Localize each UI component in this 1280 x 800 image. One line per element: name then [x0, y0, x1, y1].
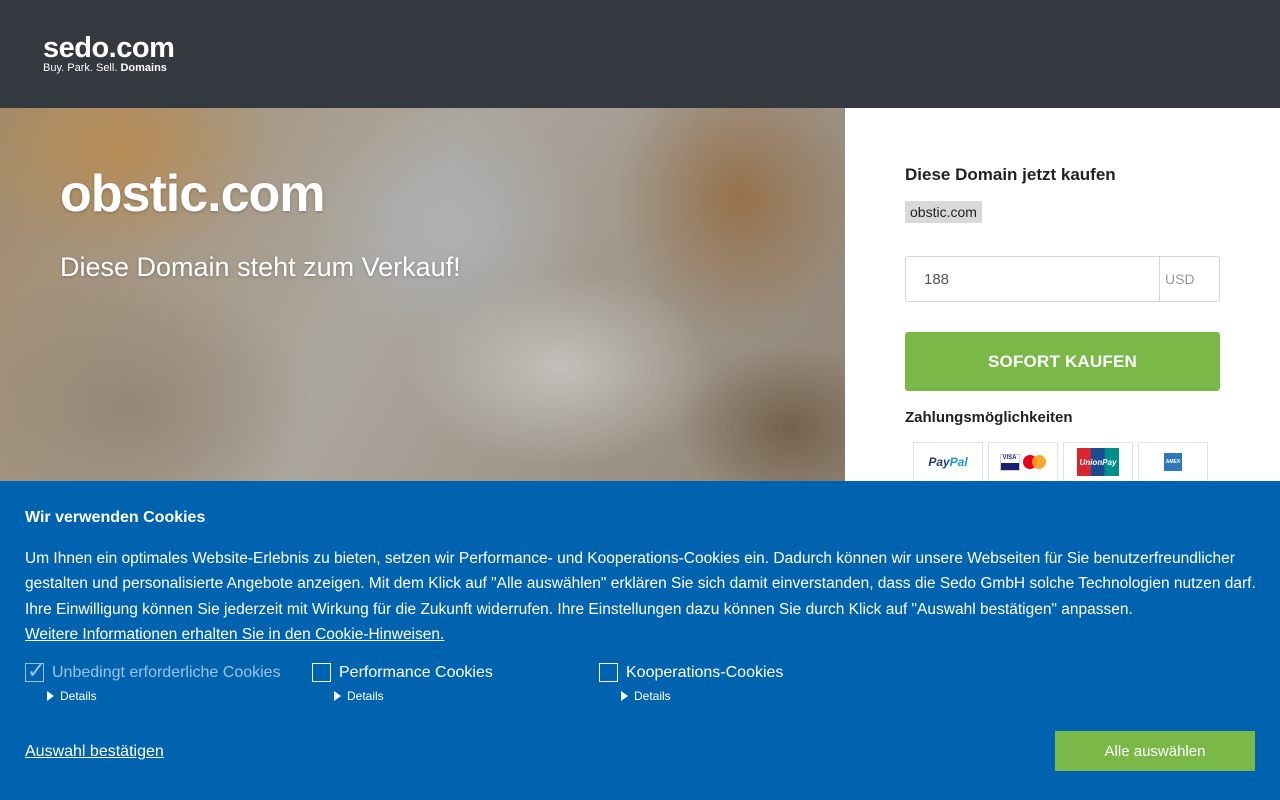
hero-banner: obstic.com Diese Domain steht zum Verkau…: [0, 108, 845, 481]
details-label: Details: [347, 689, 384, 703]
hero-subtitle: Diese Domain steht zum Verkauf!: [60, 252, 461, 282]
cooperation-cookies-details[interactable]: Details: [621, 689, 783, 703]
logo-tagline: Buy. Park. Sell. Domains: [43, 62, 174, 74]
cookie-option-performance: Performance Cookies Details: [312, 663, 493, 703]
cookie-banner-text: Um Ihnen ein optimales Website-Erlebnis …: [25, 546, 1260, 647]
cooperation-cookies-checkbox[interactable]: [599, 663, 618, 682]
details-label: Details: [60, 689, 97, 703]
payment-options-title: Zahlungsmöglichkeiten: [905, 409, 1073, 426]
expand-triangle-icon: [334, 691, 341, 701]
performance-cookies-checkbox[interactable]: [312, 663, 331, 682]
cookie-info-link[interactable]: Weitere Informationen erhalten Sie in de…: [25, 626, 444, 643]
cookie-banner-title: Wir verwenden Cookies: [25, 509, 206, 526]
domain-chip: obstic.com: [905, 201, 982, 223]
sedo-logo[interactable]: sedo.com Buy. Park. Sell. Domains: [43, 32, 175, 75]
site-header: sedo.com Buy. Park. Sell. Domains: [0, 0, 1280, 108]
buy-panel-title: Diese Domain jetzt kaufen: [905, 165, 1116, 184]
expand-triangle-icon: [621, 691, 628, 701]
price-field: USD: [905, 256, 1220, 302]
buy-now-button[interactable]: SOFORT KAUFEN: [905, 332, 1220, 391]
buy-panel: Diese Domain jetzt kaufen obstic.com USD…: [845, 108, 1280, 482]
select-all-button[interactable]: Alle auswählen: [1055, 731, 1255, 771]
cookie-banner: Wir verwenden Cookies Um Ihnen ein optim…: [0, 481, 1280, 800]
paypal-icon: PayPal: [913, 442, 983, 482]
mastercard-icon: [1022, 455, 1047, 469]
logo-tagline-plain: Buy. Park. Sell.: [43, 62, 118, 74]
visa-icon: VISA: [999, 453, 1020, 471]
details-label: Details: [634, 689, 671, 703]
price-input[interactable]: [906, 257, 1159, 301]
hero-domain-title: obstic.com: [60, 165, 325, 223]
visa-mastercard-icon: VISA: [988, 442, 1058, 482]
cooperation-cookies-label[interactable]: Kooperations-Cookies: [626, 664, 783, 682]
cookie-option-required: Unbedingt erforderliche Cookies Details: [25, 658, 281, 703]
payment-methods: PayPal VISA UnionPay AMEX: [913, 442, 1208, 482]
performance-cookies-label[interactable]: Performance Cookies: [339, 664, 493, 682]
logo-wordmark: sedo.com: [43, 32, 175, 64]
required-cookies-details[interactable]: Details: [47, 689, 281, 703]
currency-label: USD: [1159, 257, 1219, 301]
cookie-option-cooperation: Kooperations-Cookies Details: [599, 663, 783, 703]
required-cookies-checkbox: [25, 658, 45, 684]
confirm-selection-link[interactable]: Auswahl bestätigen: [25, 743, 164, 761]
unionpay-icon: UnionPay: [1063, 442, 1133, 482]
required-cookies-label: Unbedingt erforderliche Cookies: [52, 663, 281, 681]
amex-icon: AMEX: [1138, 442, 1208, 482]
logo-tagline-bold: Domains: [120, 62, 167, 74]
expand-triangle-icon: [47, 691, 54, 701]
performance-cookies-details[interactable]: Details: [334, 689, 493, 703]
cookie-description: Um Ihnen ein optimales Website-Erlebnis …: [25, 550, 1256, 618]
